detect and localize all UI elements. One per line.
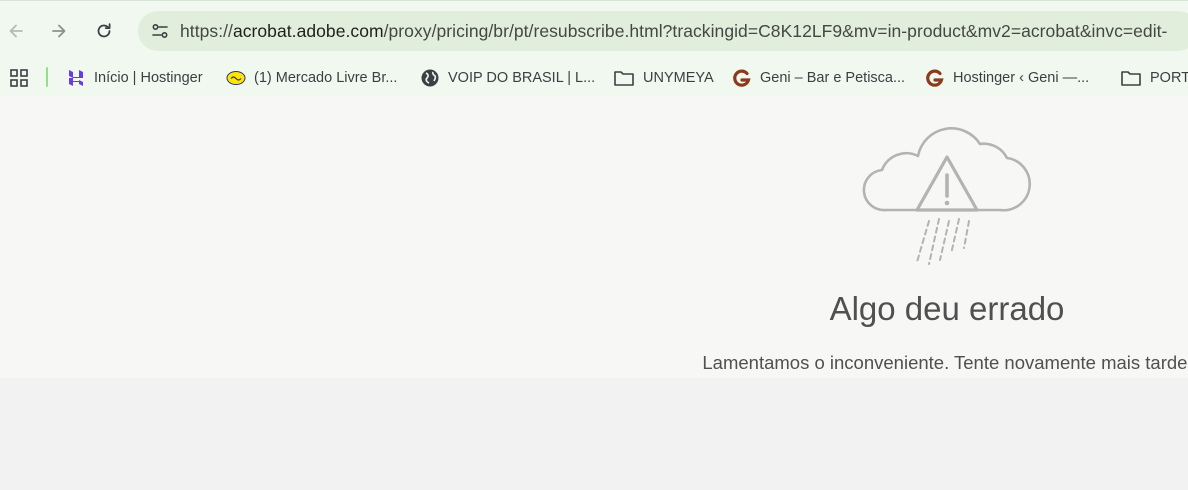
back-arrow-icon xyxy=(9,24,23,38)
folder-icon xyxy=(613,68,635,88)
bookmark-folder-porta[interactable]: PORTA xyxy=(1120,65,1188,91)
back-button[interactable] xyxy=(0,15,32,47)
reload-icon xyxy=(97,23,111,38)
tune-icon xyxy=(152,23,168,39)
geni-icon xyxy=(925,68,945,88)
bookmark-hostinger[interactable]: Início | Hostinger xyxy=(66,65,203,91)
url-host: acrobat.adobe.com xyxy=(232,20,384,41)
geni-icon xyxy=(732,68,752,88)
reload-button[interactable] xyxy=(88,15,120,47)
error-title: Algo deu errado xyxy=(829,290,1065,327)
mercado-livre-icon xyxy=(226,68,246,88)
bookmarks-bar: Início | Hostinger (1) Mercado Livre Br.… xyxy=(0,60,1188,96)
url-text[interactable]: https://acrobat.adobe.com/proxy/pricing/… xyxy=(180,21,1167,42)
browser-toolbar: https://acrobat.adobe.com/proxy/pricing/… xyxy=(0,0,1188,60)
bookmark-label: UNYMEYA xyxy=(643,70,714,86)
forward-button[interactable] xyxy=(43,15,75,47)
globe-icon xyxy=(420,68,440,88)
site-info-button[interactable] xyxy=(140,11,180,51)
bookmarks-separator xyxy=(46,67,48,87)
apps-grid-icon[interactable] xyxy=(8,67,30,89)
bookmark-label: (1) Mercado Livre Br... xyxy=(254,70,398,86)
page-content-lower xyxy=(0,378,1188,490)
url-prefix: https:// xyxy=(180,20,233,41)
url-path: /proxy/pricing/br/pt/resubscribe.html?tr… xyxy=(383,20,1168,41)
bookmark-label: VOIP DO BRASIL | L... xyxy=(448,70,596,86)
forward-arrow-icon xyxy=(52,24,66,38)
bookmark-geni-bar[interactable]: Geni – Bar e Petisca... xyxy=(732,65,905,91)
cloud-warning-rain-icon xyxy=(862,127,1032,265)
bookmark-label: Geni – Bar e Petisca... xyxy=(760,70,906,86)
hostinger-icon xyxy=(66,68,86,88)
bookmark-label: Hostinger ‹ Geni —... xyxy=(953,70,1090,86)
bookmark-label: Início | Hostinger xyxy=(94,70,203,86)
bookmark-mercado-livre[interactable]: (1) Mercado Livre Br... xyxy=(226,65,397,91)
bookmark-voip-do-brasil[interactable]: VOIP DO BRASIL | L... xyxy=(420,65,595,91)
folder-icon xyxy=(1120,68,1142,88)
bookmark-folder-unymeya[interactable]: UNYMEYA xyxy=(613,65,714,91)
error-message: Lamentamos o inconveniente. Tente novame… xyxy=(702,352,1188,373)
address-bar[interactable]: https://acrobat.adobe.com/proxy/pricing/… xyxy=(138,11,1188,51)
bookmark-hostinger-geni[interactable]: Hostinger ‹ Geni —... xyxy=(925,65,1089,91)
bookmark-label: PORTA xyxy=(1150,70,1188,86)
